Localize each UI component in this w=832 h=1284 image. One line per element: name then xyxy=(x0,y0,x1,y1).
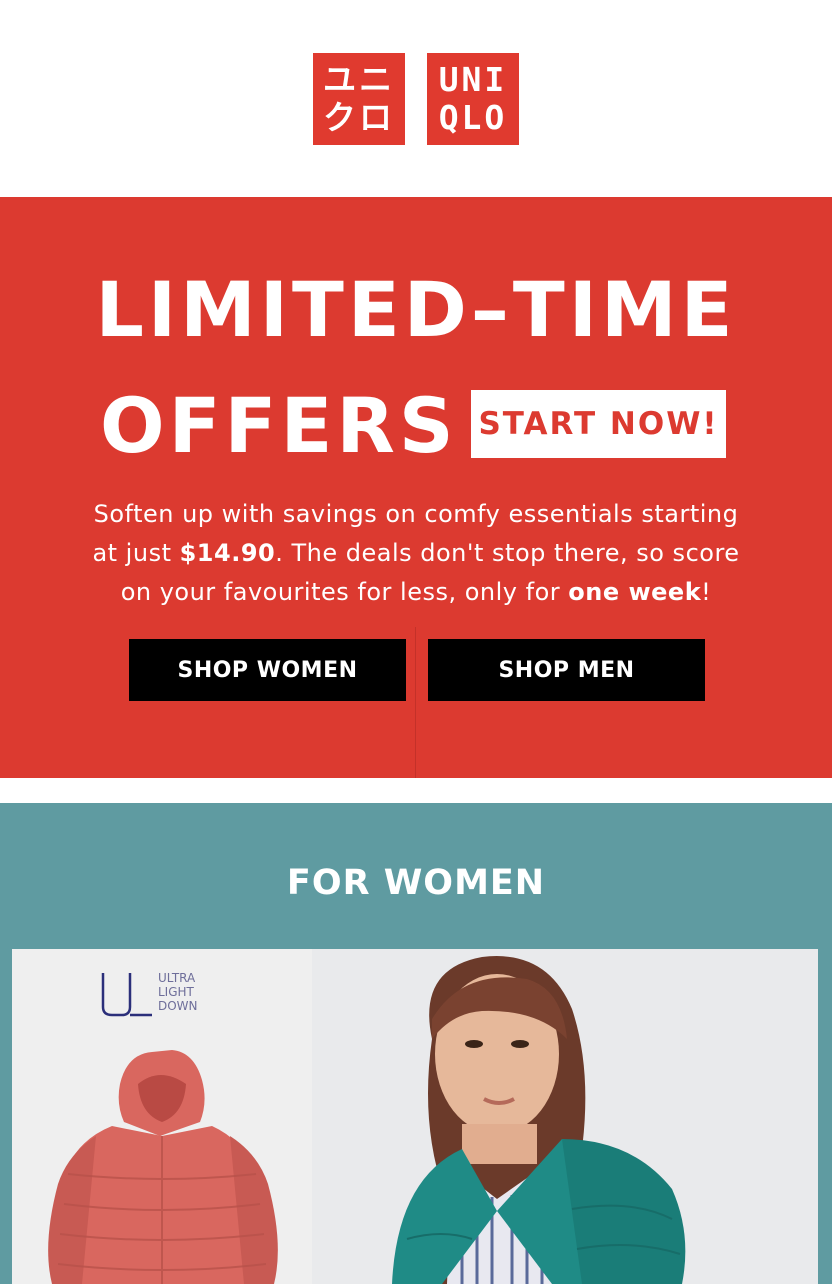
logo-latin-bottom: QLO xyxy=(438,98,508,137)
header: ユニ クロ UNI QLO xyxy=(0,0,832,197)
logo-katakana-bottom: クロ xyxy=(323,98,395,137)
model-photo-panel xyxy=(312,949,818,1284)
uld-line-down: DOWN xyxy=(158,999,198,1013)
shop-men-button[interactable]: SHOP MEN xyxy=(428,639,705,701)
logo-katakana-box: ユニ クロ xyxy=(313,53,405,145)
section-spacer xyxy=(0,778,832,803)
ultra-light-down-mark-icon xyxy=(101,973,152,1017)
women-section-title: FOR WOMEN xyxy=(286,863,546,903)
coral-down-jacket-image xyxy=(48,1050,278,1284)
logo-latin-top: UNI xyxy=(438,60,508,99)
logo-katakana-top: ユニ xyxy=(323,60,395,99)
ultra-light-down-text: ULTRA LIGHT DOWN xyxy=(158,971,198,1013)
uld-line-light: LIGHT xyxy=(158,985,194,999)
hero-title-line2: OFFERS xyxy=(100,381,458,470)
shop-women-button[interactable]: SHOP WOMEN xyxy=(129,639,406,701)
women-section: FOR WOMEN ULTRA LIGHT DOWN xyxy=(0,803,832,1284)
hero-banner: LIMITED–TIME OFFERS START NOW! Soften up… xyxy=(0,197,832,778)
hero-copy-price: $14.90 xyxy=(179,539,276,567)
women-hero-image[interactable]: ULTRA LIGHT DOWN xyxy=(12,949,818,1284)
uniqlo-logo[interactable]: ユニ クロ UNI QLO xyxy=(313,53,519,145)
hero-copy-emphasis: one week xyxy=(568,578,702,606)
hero-description: Soften up with savings on comfy essentia… xyxy=(80,495,752,612)
uld-line-ultra: ULTRA xyxy=(158,971,196,985)
hero-title-line1: LIMITED–TIME xyxy=(95,265,737,354)
start-now-button[interactable]: START NOW! xyxy=(471,390,726,458)
button-divider xyxy=(415,627,416,778)
model-photo xyxy=(392,956,686,1284)
hero-copy-end: ! xyxy=(701,578,712,606)
product-panel: ULTRA LIGHT DOWN xyxy=(12,949,312,1284)
ultra-light-down-logo: ULTRA LIGHT DOWN xyxy=(100,971,198,1019)
logo-latin-box: UNI QLO xyxy=(427,53,519,145)
